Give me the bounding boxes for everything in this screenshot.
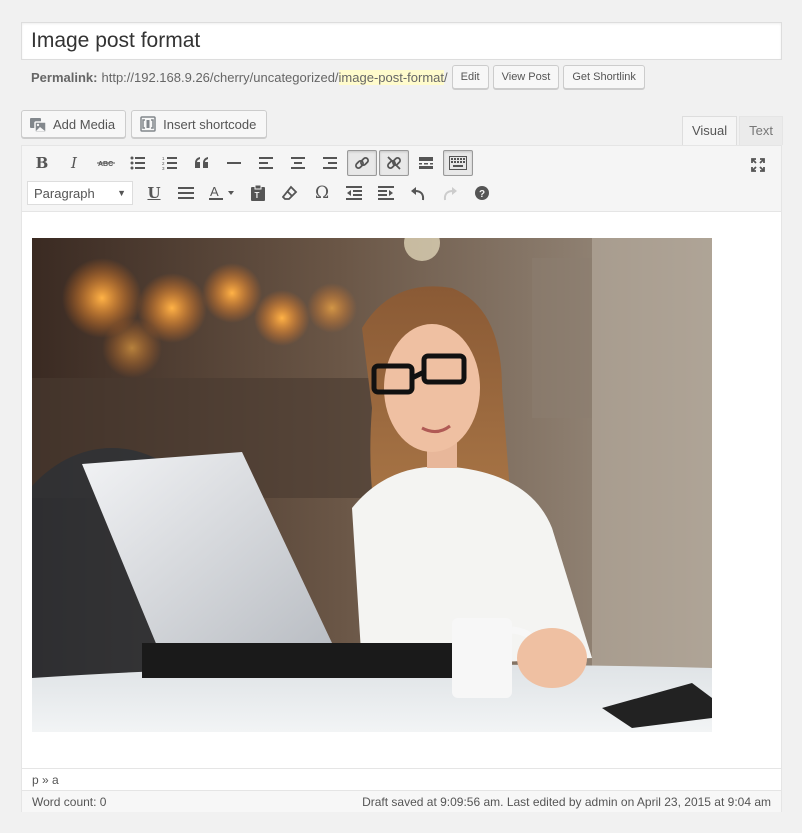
element-path[interactable]: p » a xyxy=(22,768,781,790)
svg-text:ABC: ABC xyxy=(98,161,113,168)
chevron-down-icon: ▼ xyxy=(117,188,126,198)
permalink-slug[interactable]: image-post-format xyxy=(338,69,445,85)
toolbar-row-2: Paragraph ▼ U A T Ω ? xyxy=(27,180,499,206)
insert-shortcode-button[interactable]: Insert shortcode xyxy=(131,110,268,138)
svg-text:A: A xyxy=(210,185,219,199)
add-media-icon xyxy=(29,115,47,133)
bold-button[interactable]: B xyxy=(27,150,57,176)
justify-icon xyxy=(178,187,194,199)
svg-text:T: T xyxy=(255,191,260,200)
undo-button[interactable] xyxy=(403,180,433,206)
align-right-button[interactable] xyxy=(315,150,345,176)
horizontal-line-button[interactable] xyxy=(219,150,249,176)
insert-link-button[interactable] xyxy=(347,150,377,176)
view-post-button[interactable]: View Post xyxy=(492,65,560,89)
permalink-base-url[interactable]: http://192.168.9.26/cherry/uncategorized… xyxy=(101,70,338,85)
get-shortlink-button[interactable]: Get Shortlink xyxy=(563,65,645,89)
editor-status-bar: Word count: 0 Draft saved at 9:09:56 am.… xyxy=(22,790,781,812)
format-select-value: Paragraph xyxy=(34,185,95,201)
edit-permalink-button[interactable]: Edit xyxy=(451,65,489,89)
unlink-icon xyxy=(387,156,401,170)
numbered-list-button[interactable]: 123 xyxy=(155,150,185,176)
editor-tabs: Visual Text xyxy=(681,116,783,146)
word-count: Word count: 0 xyxy=(32,794,107,809)
bulleted-list-icon xyxy=(130,156,145,170)
read-more-button[interactable] xyxy=(411,150,441,176)
align-left-icon xyxy=(259,157,273,169)
tab-visual[interactable]: Visual xyxy=(681,116,738,146)
strikethrough-icon: ABC xyxy=(97,161,115,168)
fullscreen-icon xyxy=(751,158,765,172)
bold-icon: B xyxy=(35,154,49,172)
eraser-icon xyxy=(282,185,298,200)
add-media-label: Add Media xyxy=(53,116,116,132)
svg-text:3: 3 xyxy=(162,166,165,170)
underline-button[interactable]: U xyxy=(139,180,169,206)
omega-icon: Ω xyxy=(314,183,330,203)
post-image[interactable] xyxy=(32,238,712,732)
shortcode-icon xyxy=(139,115,157,133)
italic-button[interactable]: I xyxy=(59,150,89,176)
toolbar-row-1: B I ABC 123 xyxy=(27,150,475,176)
toolbar-toggle-button[interactable] xyxy=(443,150,473,176)
special-character-button[interactable]: Ω xyxy=(307,180,337,206)
undo-icon xyxy=(411,187,425,201)
autosave-status: Draft saved at 9:09:56 am. Last edited b… xyxy=(362,794,771,809)
permalink-row: Permalink: http://192.168.9.26/cherry/un… xyxy=(31,64,645,90)
media-buttons: Add Media Insert shortcode xyxy=(21,110,268,138)
text-color-icon: A xyxy=(209,185,234,200)
help-icon: ? xyxy=(475,186,489,200)
strikethrough-button[interactable]: ABC xyxy=(91,150,121,176)
link-icon xyxy=(355,157,369,169)
text-color-button[interactable]: A xyxy=(203,180,241,206)
horizontal-line-icon xyxy=(227,162,241,164)
post-title-input[interactable] xyxy=(22,23,781,59)
blockquote-button[interactable] xyxy=(187,150,217,176)
paste-as-text-button[interactable]: T xyxy=(243,180,273,206)
add-media-button[interactable]: Add Media xyxy=(21,110,127,138)
clipboard-icon: T xyxy=(251,185,265,201)
decrease-indent-button[interactable] xyxy=(339,180,369,206)
fullscreen-button[interactable] xyxy=(743,152,773,178)
read-more-icon xyxy=(419,157,433,169)
insert-shortcode-label: Insert shortcode xyxy=(163,116,257,132)
align-center-button[interactable] xyxy=(283,150,313,176)
increase-indent-button[interactable] xyxy=(371,180,401,206)
redo-icon xyxy=(443,187,457,201)
redo-button[interactable] xyxy=(435,180,465,206)
blockquote-icon xyxy=(195,157,208,168)
editor-content[interactable] xyxy=(32,238,712,732)
numbered-list-icon: 123 xyxy=(162,156,177,170)
bulleted-list-button[interactable] xyxy=(123,150,153,176)
editor: B I ABC 123 Paragraph ▼ U A T Ω ? p » a … xyxy=(21,145,782,812)
svg-text:?: ? xyxy=(479,189,485,200)
italic-icon: I xyxy=(71,154,77,172)
post-title-field[interactable] xyxy=(21,22,782,60)
align-center-icon xyxy=(291,157,305,169)
editor-toolbar: B I ABC 123 Paragraph ▼ U A T Ω ? xyxy=(22,146,781,212)
justify-button[interactable] xyxy=(171,180,201,206)
align-right-icon xyxy=(323,157,337,169)
permalink-label: Permalink: xyxy=(31,69,98,85)
indent-icon xyxy=(378,186,394,200)
remove-link-button[interactable] xyxy=(379,150,409,176)
clear-formatting-button[interactable] xyxy=(275,180,305,206)
outdent-icon xyxy=(346,186,362,200)
underline-icon: U xyxy=(147,184,161,202)
help-button[interactable]: ? xyxy=(467,180,497,206)
permalink-trailing: / xyxy=(444,69,448,85)
tab-text[interactable]: Text xyxy=(739,116,783,145)
align-left-button[interactable] xyxy=(251,150,281,176)
format-select[interactable]: Paragraph ▼ xyxy=(27,181,133,205)
keyboard-icon xyxy=(449,156,467,170)
